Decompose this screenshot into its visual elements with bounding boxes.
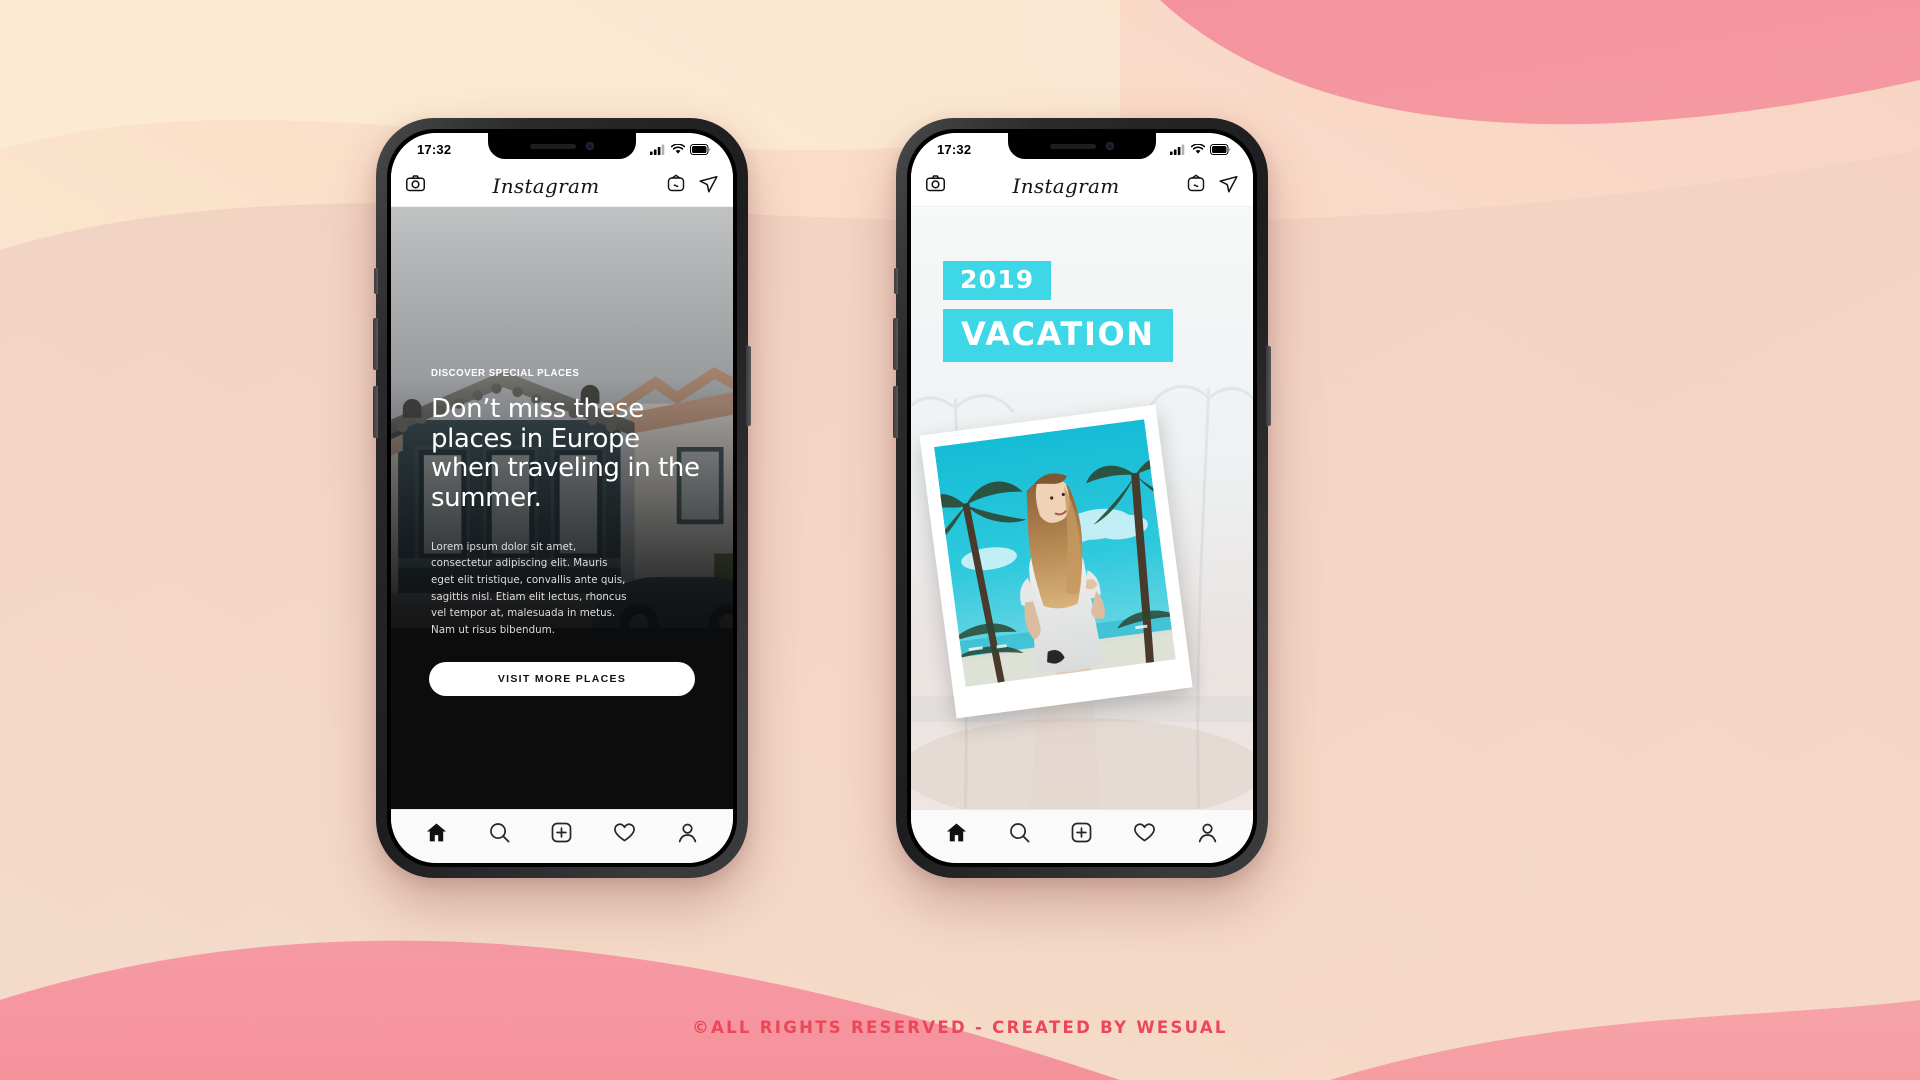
vacation-title-block: 2019 VACATION: [943, 261, 1253, 362]
phone-bezel: 17:32: [907, 129, 1257, 867]
nav-profile-button[interactable]: [1191, 816, 1225, 850]
post-content-right: 2019 VACATION: [911, 207, 1253, 809]
phone-screen-left: 17:32 Instagram DISCOVER SPECIAL PLACES …: [391, 133, 733, 863]
nav-home-button[interactable]: [419, 816, 453, 850]
cellular-signal-icon: [650, 144, 665, 155]
phone-mockup-right: 17:32 Instagram 2019 VACATION: [893, 118, 1271, 878]
post-content-left: DISCOVER SPECIAL PLACES Don’t miss these…: [391, 207, 733, 809]
instagram-logo: Instagram: [492, 173, 600, 198]
mute-switch[interactable]: [374, 268, 378, 294]
travel-promo-card: DISCOVER SPECIAL PLACES Don’t miss these…: [391, 207, 733, 809]
bottom-navigation-right: [911, 809, 1253, 863]
instagram-app-header: Instagram: [391, 165, 733, 207]
phone-mockup-left: 17:32 Instagram DISCOVER SPECIAL PLACES …: [373, 118, 751, 878]
power-button[interactable]: [1266, 346, 1271, 426]
camera-icon[interactable]: [405, 173, 426, 199]
earpiece-speaker: [530, 143, 576, 149]
status-time: 17:32: [937, 141, 972, 157]
nav-activity-button[interactable]: [608, 816, 642, 850]
battery-icon: [690, 143, 711, 155]
visit-more-places-button[interactable]: VISIT MORE PLACES: [429, 662, 695, 696]
nav-search-button[interactable]: [1002, 816, 1036, 850]
volume-up-button[interactable]: [373, 318, 378, 370]
tag-vacation: VACATION: [943, 309, 1173, 362]
instagram-app-header: Instagram: [911, 165, 1253, 207]
wifi-icon: [1191, 143, 1205, 154]
igtv-icon[interactable]: [1186, 173, 1206, 198]
nav-activity-button[interactable]: [1128, 816, 1162, 850]
wifi-icon: [671, 143, 685, 154]
copyright-credit: ©ALL RIGHTS RESERVED - CREATED BY WESUAL: [692, 1018, 1228, 1037]
nav-profile-button[interactable]: [671, 816, 705, 850]
igtv-icon[interactable]: [666, 173, 686, 198]
battery-icon: [1210, 143, 1231, 155]
vacation-promo-card: 2019 VACATION: [911, 207, 1253, 809]
nav-home-button[interactable]: [939, 816, 973, 850]
volume-up-button[interactable]: [893, 318, 898, 370]
mute-switch[interactable]: [894, 268, 898, 294]
nav-create-button[interactable]: [1065, 816, 1099, 850]
status-time: 17:32: [417, 141, 452, 157]
power-button[interactable]: [746, 346, 751, 426]
front-camera: [1106, 142, 1114, 150]
tag-year: 2019: [943, 261, 1052, 300]
volume-down-button[interactable]: [373, 386, 378, 438]
notch: [488, 133, 636, 159]
nav-search-button[interactable]: [482, 816, 516, 850]
cellular-signal-icon: [1170, 144, 1185, 155]
front-camera: [586, 142, 594, 150]
earpiece-speaker: [1050, 143, 1096, 149]
travel-copy-block: DISCOVER SPECIAL PLACES Don’t miss these…: [431, 367, 703, 639]
headline-text: Don’t miss these places in Europe when t…: [431, 394, 700, 513]
instagram-logo: Instagram: [1012, 173, 1120, 198]
notch: [1008, 133, 1156, 159]
volume-down-button[interactable]: [893, 386, 898, 438]
polaroid-photo: [934, 419, 1176, 687]
send-paper-plane-icon[interactable]: [698, 173, 719, 199]
polaroid-frame: [919, 404, 1193, 719]
phone-screen-right: 17:32 Instagram 2019 VACATION: [911, 133, 1253, 863]
camera-icon[interactable]: [925, 173, 946, 199]
send-paper-plane-icon[interactable]: [1218, 173, 1239, 199]
bottom-navigation-left: [391, 809, 733, 863]
phone-bezel: 17:32: [387, 129, 737, 867]
body-paragraph: Lorem ipsum dolor sit amet, consectetur …: [431, 540, 627, 636]
eyebrow-label: DISCOVER SPECIAL PLACES: [431, 367, 580, 379]
nav-create-button[interactable]: [545, 816, 579, 850]
